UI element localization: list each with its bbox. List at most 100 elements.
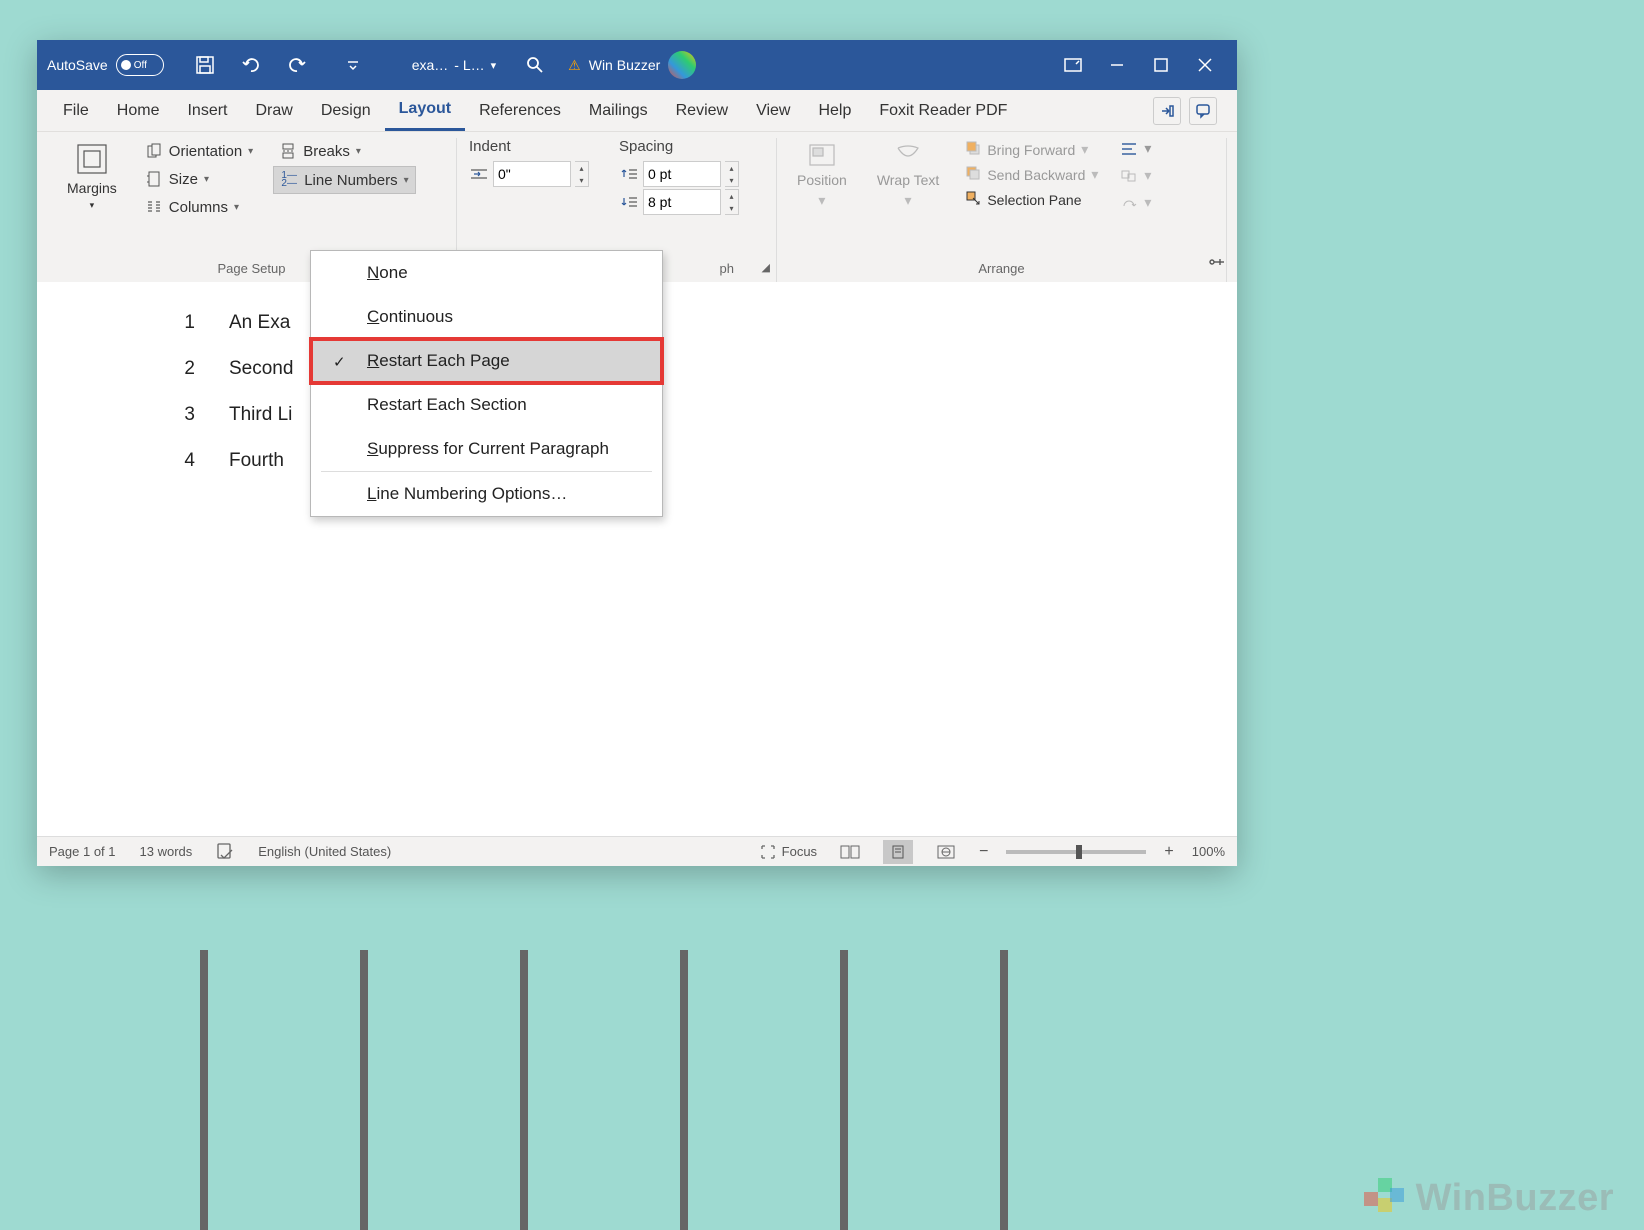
- breaks-button[interactable]: Breaks▾: [273, 138, 415, 164]
- avatar: [668, 51, 696, 79]
- tab-view[interactable]: View: [742, 90, 804, 131]
- arrange-label: Arrange: [789, 257, 1214, 282]
- margins-button[interactable]: Margins ▾: [59, 138, 125, 220]
- tab-review[interactable]: Review: [662, 90, 742, 131]
- ribbon-tabs: File Home Insert Draw Design Layout Refe…: [37, 90, 1237, 132]
- bring-forward-button: Bring Forward▾: [961, 138, 1102, 161]
- spinner-up[interactable]: ▴: [725, 190, 738, 202]
- tab-mailings[interactable]: Mailings: [575, 90, 662, 131]
- user-account[interactable]: ⚠ Win Buzzer: [568, 51, 696, 79]
- tab-draw[interactable]: Draw: [241, 90, 306, 131]
- minimize-button[interactable]: [1095, 40, 1139, 90]
- rotate-button: ▾: [1116, 192, 1155, 213]
- background-decoration: [840, 950, 848, 1230]
- read-mode-icon[interactable]: [835, 840, 865, 864]
- spacing-after-input[interactable]: ▴▾: [619, 189, 739, 215]
- breaks-icon: [279, 142, 297, 160]
- tab-file[interactable]: File: [49, 90, 103, 131]
- tab-layout[interactable]: Layout: [385, 90, 465, 131]
- menu-item-suppress[interactable]: Suppress for Current Paragraph: [311, 427, 662, 471]
- send-backward-icon: [965, 165, 981, 184]
- paragraph-dialog-launcher[interactable]: ◢: [762, 261, 770, 274]
- bring-forward-icon: [965, 140, 981, 159]
- indent-heading: Indent: [469, 138, 589, 155]
- word-window: AutoSave Off exa… - L… ▾ ⚠ Win Buzzer: [37, 40, 1237, 866]
- background-decoration: [1000, 950, 1008, 1230]
- status-words[interactable]: 13 words: [140, 844, 193, 859]
- autosave-toggle[interactable]: AutoSave Off: [47, 54, 164, 76]
- zoom-out-icon[interactable]: −: [979, 843, 988, 861]
- background-decoration: [680, 950, 688, 1230]
- save-icon[interactable]: [192, 52, 218, 78]
- print-layout-icon[interactable]: [883, 840, 913, 864]
- web-layout-icon[interactable]: [931, 840, 961, 864]
- orientation-button[interactable]: Orientation▾: [139, 138, 259, 164]
- collapse-ribbon-icon[interactable]: [1207, 255, 1225, 272]
- spinner-up[interactable]: ▴: [575, 162, 588, 174]
- menu-item-options[interactable]: Line Numbering Options…: [311, 472, 662, 516]
- zoom-in-icon[interactable]: +: [1164, 843, 1173, 861]
- share-icon[interactable]: [1153, 97, 1181, 125]
- background-decoration: [360, 950, 368, 1230]
- group-arrange: Position▾ Wrap Text▾ Bring Forward▾ Send…: [777, 138, 1227, 282]
- checkmark-icon: ✓: [333, 353, 346, 371]
- tab-design[interactable]: Design: [307, 90, 385, 131]
- send-backward-button: Send Backward▾: [961, 163, 1102, 186]
- titlebar: AutoSave Off exa… - L… ▾ ⚠ Win Buzzer: [37, 40, 1237, 90]
- spacing-after-value[interactable]: [643, 189, 721, 215]
- focus-mode-button[interactable]: Focus: [760, 844, 817, 860]
- warning-icon: ⚠: [568, 57, 581, 74]
- tab-home[interactable]: Home: [103, 90, 174, 131]
- line-numbers-button[interactable]: 1—2— Line Numbers▾: [273, 166, 415, 194]
- comments-icon[interactable]: [1189, 97, 1217, 125]
- columns-button[interactable]: Columns▾: [139, 194, 259, 220]
- spinner-down[interactable]: ▾: [725, 174, 738, 186]
- line-numbers-menu: None Continuous ✓ Restart Each Page RRes…: [310, 250, 663, 517]
- statusbar: Page 1 of 1 13 words English (United Sta…: [37, 836, 1237, 866]
- menu-item-restart-each-page[interactable]: ✓ Restart Each Page: [311, 339, 662, 383]
- maximize-button[interactable]: [1139, 40, 1183, 90]
- menu-item-restart-each-section[interactable]: RRestart Each Section: [311, 383, 662, 427]
- spelling-icon[interactable]: [216, 841, 234, 862]
- document-title: exa… - L… ▾: [412, 57, 496, 73]
- spacing-before-value[interactable]: [643, 161, 721, 187]
- menu-item-none[interactable]: None: [311, 251, 662, 295]
- status-page[interactable]: Page 1 of 1: [49, 844, 116, 859]
- search-icon[interactable]: [522, 52, 548, 78]
- zoom-level[interactable]: 100%: [1192, 844, 1225, 859]
- position-button: Position▾: [789, 138, 855, 213]
- tab-references[interactable]: References: [465, 90, 575, 131]
- spacing-before-input[interactable]: ▴▾: [619, 161, 739, 187]
- tab-foxit[interactable]: Foxit Reader PDF: [865, 90, 1021, 131]
- spinner-down[interactable]: ▾: [725, 202, 738, 214]
- spacing-before-icon: [619, 165, 639, 183]
- indent-left-input[interactable]: ▴▾: [469, 161, 589, 187]
- selection-pane-icon: [965, 190, 981, 209]
- title-chevron-icon[interactable]: ▾: [491, 59, 497, 72]
- menu-item-continuous[interactable]: Continuous: [311, 295, 662, 339]
- close-button[interactable]: [1183, 40, 1227, 90]
- ribbon-display-icon[interactable]: [1051, 40, 1095, 90]
- group-button: ▾: [1116, 165, 1155, 186]
- tab-help[interactable]: Help: [804, 90, 865, 131]
- wrap-text-button: Wrap Text▾: [869, 138, 948, 213]
- customize-qat-icon[interactable]: [340, 52, 366, 78]
- align-button[interactable]: ▾: [1116, 138, 1155, 159]
- spacing-after-icon: [619, 193, 639, 211]
- columns-icon: [145, 198, 163, 216]
- spinner-down[interactable]: ▾: [575, 174, 588, 186]
- status-language[interactable]: English (United States): [258, 844, 391, 859]
- redo-icon[interactable]: [284, 52, 310, 78]
- tab-insert[interactable]: Insert: [173, 90, 241, 131]
- background-decoration: [520, 950, 528, 1230]
- user-name: Win Buzzer: [589, 57, 661, 73]
- watermark: WinBuzzer: [1364, 1177, 1614, 1220]
- zoom-slider[interactable]: [1006, 850, 1146, 854]
- indent-left-value[interactable]: [493, 161, 571, 187]
- selection-pane-button[interactable]: Selection Pane: [961, 188, 1102, 211]
- size-button[interactable]: Size▾: [139, 166, 259, 192]
- autosave-label: AutoSave: [47, 57, 108, 73]
- size-icon: [145, 170, 163, 188]
- undo-icon[interactable]: [238, 52, 264, 78]
- spinner-up[interactable]: ▴: [725, 162, 738, 174]
